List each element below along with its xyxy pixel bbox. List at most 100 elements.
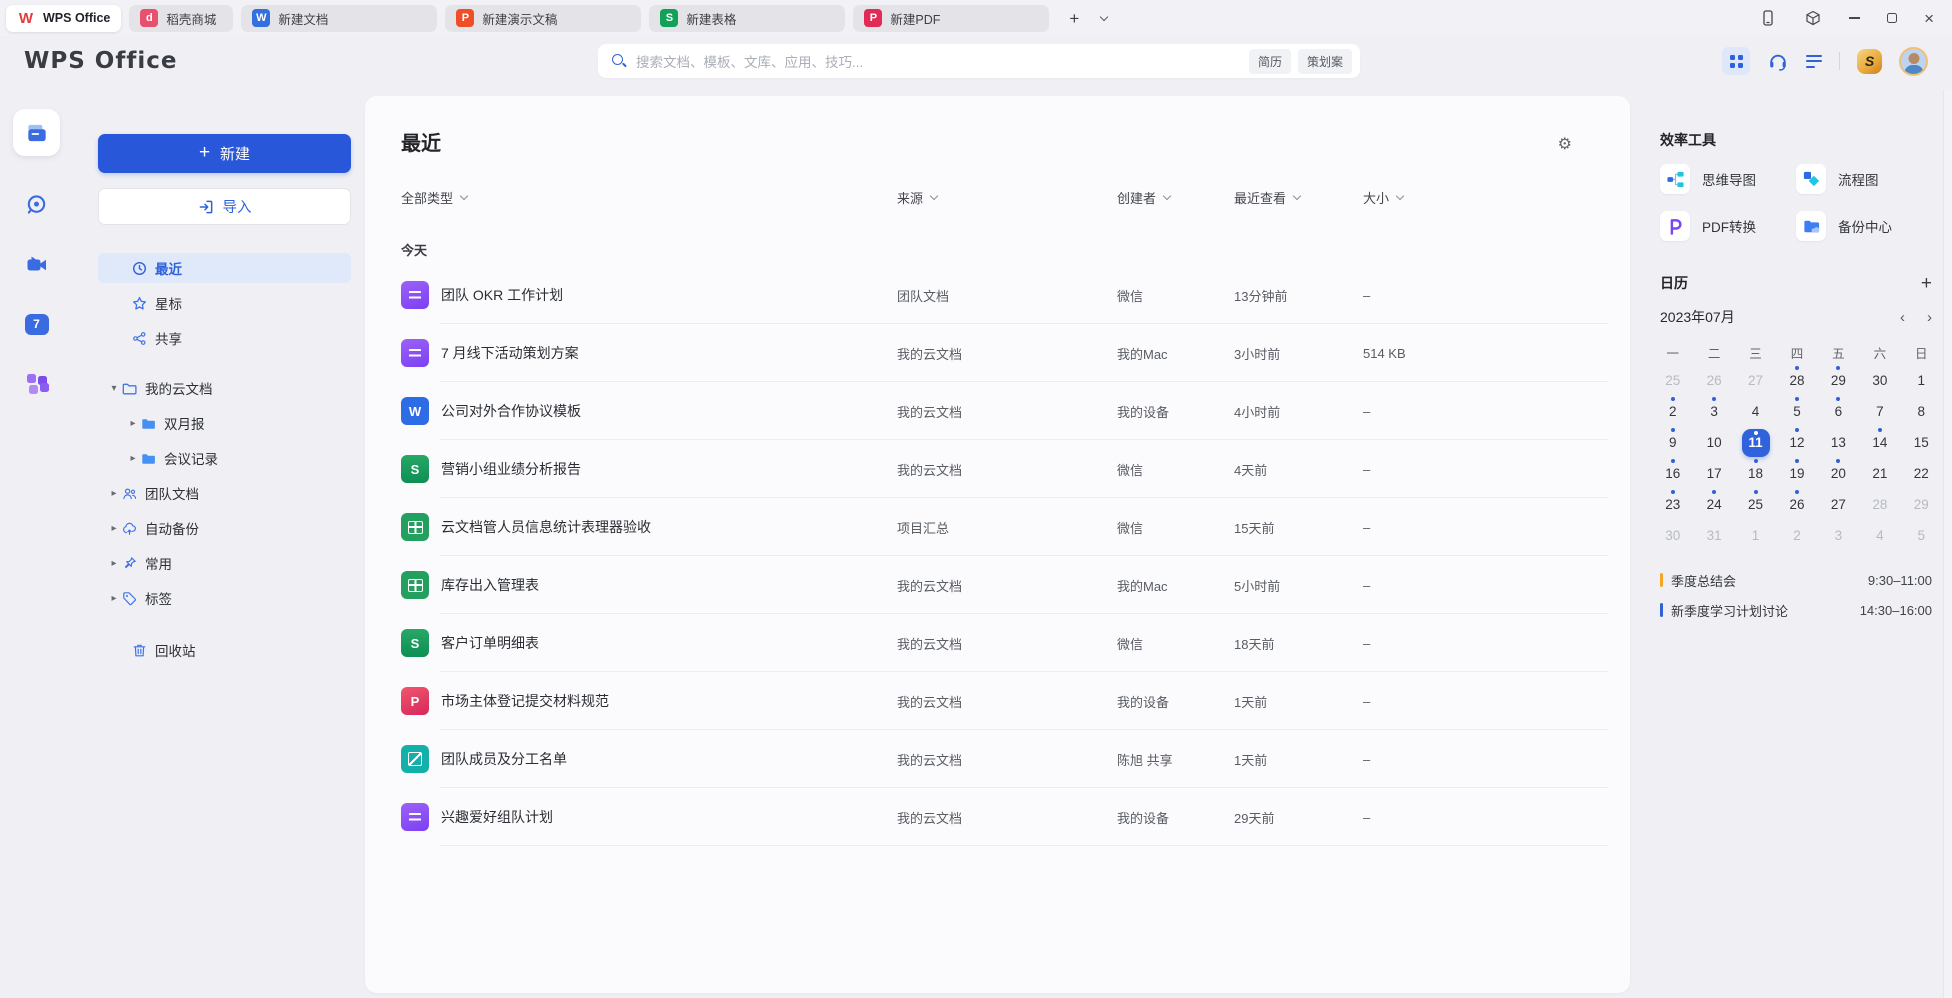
tab-wps-home[interactable]: WPS Office	[6, 5, 121, 32]
file-row[interactable]: 7 月线下活动策划方案 我的云文档 我的Mac 3小时前 514 KB	[401, 324, 1608, 382]
prev-month-button[interactable]: ‹	[1900, 309, 1905, 326]
calendar-day[interactable]: 22	[1901, 458, 1942, 489]
scrollbar-gutter[interactable]	[1943, 90, 1952, 998]
tree-item-meeting-notes[interactable]: ▸ 会议记录	[98, 443, 351, 473]
support-headset-icon[interactable]	[1767, 51, 1789, 71]
calendar-day[interactable]: 6	[1818, 396, 1859, 427]
main-menu-icon[interactable]	[1806, 55, 1822, 68]
tool-pdf-convert[interactable]: PDF转换	[1660, 211, 1796, 241]
mobile-connect-icon[interactable]	[1759, 9, 1777, 27]
calendar-day[interactable]: 16	[1652, 458, 1693, 489]
file-row[interactable]: 营销小组业绩分析报告 我的云文档 微信 4天前 –	[401, 440, 1608, 498]
filter-creator[interactable]: 创建者	[1117, 188, 1234, 207]
calendar-day[interactable]: 25	[1652, 365, 1693, 396]
new-document-button[interactable]: + 新建	[98, 134, 351, 173]
file-row[interactable]: 团队成员及分工名单 我的云文档 陈旭 共享 1天前 –	[401, 730, 1608, 788]
file-row[interactable]: 云文档管人员信息统计表理器验收 项目汇总 微信 15天前 –	[401, 498, 1608, 556]
calendar-day[interactable]: 14	[1859, 427, 1900, 458]
workspace-cube-icon[interactable]	[1804, 9, 1822, 27]
calendar-day[interactable]: 9	[1652, 427, 1693, 458]
tool-backup-center[interactable]: 备份中心	[1796, 211, 1932, 241]
filter-viewed[interactable]: 最近查看	[1234, 188, 1363, 207]
calendar-day[interactable]: 17	[1693, 458, 1734, 489]
new-tab-button[interactable]: +	[1069, 10, 1079, 27]
tab-new-pdf[interactable]: 新建PDF	[853, 5, 1049, 32]
calendar-day[interactable]: 8	[1901, 396, 1942, 427]
calendar-day[interactable]: 23	[1652, 489, 1693, 520]
search-bar[interactable]: 搜索文档、模板、文库、应用、技巧... 简历 策划案	[598, 44, 1360, 78]
calendar-day[interactable]: 30	[1652, 520, 1693, 551]
tree-item-bimonthly-report[interactable]: ▸ 双月报	[98, 408, 351, 438]
sidebar-item-recent[interactable]: 最近	[98, 253, 351, 283]
calendar-day[interactable]: 11	[1735, 427, 1776, 458]
calendar-day[interactable]: 21	[1859, 458, 1900, 489]
close-button[interactable]: ×	[1924, 10, 1934, 27]
calendar-event[interactable]: 新季度学习计划讨论 14:30–16:00	[1660, 595, 1932, 625]
tab-list-dropdown-icon[interactable]	[1100, 12, 1108, 20]
calendar-day[interactable]: 30	[1859, 365, 1900, 396]
file-row[interactable]: 兴趣爱好组队计划 我的云文档 我的设备 29天前 –	[401, 788, 1608, 846]
import-button[interactable]: 导入	[98, 188, 351, 225]
calendar-day[interactable]: 15	[1901, 427, 1942, 458]
calendar-event[interactable]: 季度总结会 9:30–11:00	[1660, 565, 1932, 595]
file-row[interactable]: 公司对外合作协议模板 我的云文档 我的设备 4小时前 –	[401, 382, 1608, 440]
sidebar-item-shared[interactable]: 共享	[98, 323, 351, 353]
calendar-day[interactable]: 10	[1693, 427, 1734, 458]
tree-item-tags[interactable]: ▸ 标签	[98, 583, 351, 613]
sidebar-item-starred[interactable]: 星标	[98, 288, 351, 318]
rail-calendar-icon[interactable]	[25, 312, 49, 336]
rail-chat-icon[interactable]	[25, 192, 49, 216]
caret-down-icon[interactable]: ▾	[108, 383, 120, 394]
calendar-day[interactable]: 28	[1776, 365, 1817, 396]
filter-source[interactable]: 来源	[897, 188, 1117, 207]
calendar-day[interactable]: 1	[1901, 365, 1942, 396]
sidebar-item-recycle-bin[interactable]: 回收站	[98, 635, 351, 665]
calendar-day[interactable]: 13	[1818, 427, 1859, 458]
calendar-day[interactable]: 18	[1735, 458, 1776, 489]
caret-right-icon[interactable]: ▸	[108, 593, 120, 604]
search-tag-resume[interactable]: 简历	[1249, 49, 1291, 74]
filter-size[interactable]: 大小	[1363, 188, 1608, 207]
calendar-day[interactable]: 12	[1776, 427, 1817, 458]
rail-more-apps-icon[interactable]	[25, 372, 49, 396]
tool-flowchart[interactable]: 流程图	[1796, 164, 1932, 194]
calendar-day[interactable]: 2	[1652, 396, 1693, 427]
tab-new-document[interactable]: 新建文档	[241, 5, 437, 32]
rail-meeting-icon[interactable]	[25, 252, 49, 276]
member-vip-badge[interactable]	[1857, 49, 1882, 74]
minimize-button[interactable]	[1849, 17, 1860, 19]
tree-item-my-cloud-docs[interactable]: ▾ 我的云文档	[98, 373, 351, 403]
tab-new-presentation[interactable]: 新建演示文稿	[445, 5, 641, 32]
calendar-day[interactable]: 2	[1776, 520, 1817, 551]
tree-item-frequent[interactable]: ▸ 常用	[98, 548, 351, 578]
calendar-day[interactable]: 3	[1693, 396, 1734, 427]
maximize-button[interactable]	[1887, 13, 1897, 23]
file-row[interactable]: 市场主体登记提交材料规范 我的云文档 我的设备 1天前 –	[401, 672, 1608, 730]
caret-right-icon[interactable]: ▸	[127, 418, 139, 429]
calendar-day[interactable]: 25	[1735, 489, 1776, 520]
caret-right-icon[interactable]: ▸	[108, 558, 120, 569]
calendar-day[interactable]: 5	[1776, 396, 1817, 427]
caret-right-icon[interactable]: ▸	[108, 523, 120, 534]
file-row[interactable]: 库存出入管理表 我的云文档 我的Mac 5小时前 –	[401, 556, 1608, 614]
file-row[interactable]: 客户订单明细表 我的云文档 微信 18天前 –	[401, 614, 1608, 672]
next-month-button[interactable]: ›	[1927, 309, 1932, 326]
tab-new-spreadsheet[interactable]: 新建表格	[649, 5, 845, 32]
file-row[interactable]: 团队 OKR 工作计划 团队文档 微信 13分钟前 –	[401, 266, 1608, 324]
calendar-day[interactable]: 26	[1776, 489, 1817, 520]
calendar-day[interactable]: 29	[1818, 365, 1859, 396]
filter-type[interactable]: 全部类型	[401, 188, 897, 207]
calendar-day[interactable]: 27	[1818, 489, 1859, 520]
rail-documents-icon[interactable]	[13, 109, 60, 156]
apps-grid-icon[interactable]	[1722, 47, 1750, 75]
add-event-button[interactable]: +	[1921, 274, 1932, 293]
caret-right-icon[interactable]: ▸	[108, 488, 120, 499]
calendar-day[interactable]: 19	[1776, 458, 1817, 489]
calendar-day[interactable]: 31	[1693, 520, 1734, 551]
calendar-day[interactable]: 28	[1859, 489, 1900, 520]
calendar-day[interactable]: 29	[1901, 489, 1942, 520]
tab-docer-store[interactable]: 稻壳商城	[129, 5, 233, 32]
calendar-day[interactable]: 5	[1901, 520, 1942, 551]
calendar-day[interactable]: 24	[1693, 489, 1734, 520]
calendar-day[interactable]: 4	[1735, 396, 1776, 427]
